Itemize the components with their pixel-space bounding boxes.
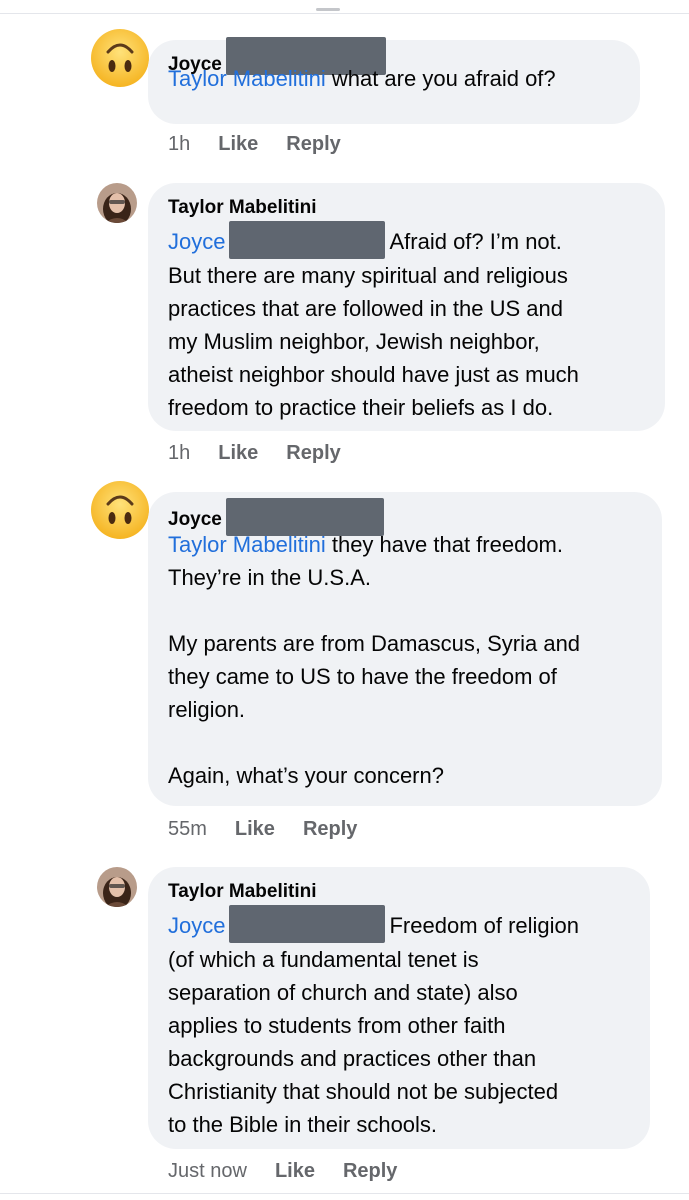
comment-author-row: Taylor Mabelitini <box>168 195 645 221</box>
comment-bubble: Joyce Taylor Mabelitini they have that f… <box>148 492 662 806</box>
comment-author[interactable]: Taylor Mabelitini <box>168 195 317 221</box>
comment-author[interactable]: Taylor Mabelitini <box>168 879 317 905</box>
comment-actions: 1h Like Reply <box>168 442 369 465</box>
timestamp[interactable]: Just now <box>168 1160 247 1183</box>
comment-line: they came to US to have the freedom of <box>168 664 557 689</box>
reply-button[interactable]: Reply <box>286 442 340 465</box>
comment-line: (of which a fundamental tenet is <box>168 947 479 972</box>
comment-text: Joyce Afraid of? I’m not. But there are m… <box>168 221 645 424</box>
comment-bubble: Taylor Mabelitini Joyce Afraid of? I’m no… <box>148 183 665 431</box>
comment-bubble: Joyce Taylor Mabelitini what are you afr… <box>148 37 640 124</box>
comment-line: separation of church and state) also <box>168 980 518 1005</box>
mention-link[interactable]: Joyce <box>168 229 225 254</box>
comment-line: Afraid of? I’m not. <box>389 229 562 254</box>
reply-button[interactable]: Reply <box>303 818 357 841</box>
timestamp[interactable]: 55m <box>168 818 207 841</box>
like-button[interactable]: Like <box>218 442 258 465</box>
comment-line: to the Bible in their schools. <box>168 1112 438 1137</box>
upside-down-face-emoji-icon <box>91 481 149 539</box>
reply-button[interactable]: Reply <box>286 133 340 156</box>
avatar[interactable] <box>97 183 137 223</box>
comment-line: my Muslim neighbor, Jewish neighbor, <box>168 329 540 354</box>
divider <box>0 1193 689 1194</box>
avatar[interactable] <box>90 28 150 88</box>
comment-line: atheist neighbor should have just as muc… <box>168 362 579 387</box>
comment-line: religion. <box>168 697 246 722</box>
comment-bubble: Taylor Mabelitini Joyce Freedom of religi… <box>148 867 650 1149</box>
comment-line: My parents are from Damascus, Syria and <box>168 631 581 656</box>
like-button[interactable]: Like <box>275 1160 315 1183</box>
comment-line: backgrounds and practices other than <box>168 1046 537 1071</box>
comment-line: they have that freedom. <box>325 532 563 557</box>
timestamp[interactable]: 1h <box>168 133 190 156</box>
reply-button[interactable]: Reply <box>343 1160 397 1183</box>
profile-photo-icon <box>97 867 137 907</box>
redaction <box>229 221 386 259</box>
comment-line: Freedom of religion <box>389 913 580 938</box>
comment-line: But there are many spiritual and religio… <box>168 263 568 288</box>
comment-line: Again, what’s your concern? <box>168 763 444 788</box>
mention-link[interactable]: Joyce <box>168 913 225 938</box>
comment-text: Joyce Freedom of religion (of which a fun… <box>168 905 630 1141</box>
comment-actions: 55m Like Reply <box>168 818 385 841</box>
timestamp[interactable]: 1h <box>168 442 190 465</box>
comment-line: freedom to practice their beliefs as I d… <box>168 395 554 420</box>
comment-author-row: Taylor Mabelitini <box>168 879 630 905</box>
comment-line: Christianity that should not be subjecte… <box>168 1079 559 1104</box>
comment-thread: Joyce Taylor Mabelitini what are you afr… <box>0 0 689 1200</box>
mention-link[interactable]: Taylor Mabelitini <box>168 532 326 557</box>
mention-link[interactable]: Taylor Mabelitini <box>168 66 326 91</box>
comment-line: They’re in the U.S.A. <box>168 565 371 590</box>
comment-actions: Just now Like Reply <box>168 1160 425 1183</box>
comment-actions: 1h Like Reply <box>168 133 369 156</box>
like-button[interactable]: Like <box>218 133 258 156</box>
avatar[interactable] <box>97 867 137 907</box>
comment-line: applies to students from other faith <box>168 1013 506 1038</box>
redaction <box>229 905 386 943</box>
profile-photo-icon <box>97 183 137 223</box>
drag-handle[interactable] <box>316 8 340 11</box>
comment-line: practices that are followed in the US an… <box>168 296 564 321</box>
avatar[interactable] <box>90 480 150 540</box>
divider <box>0 13 689 14</box>
upside-down-face-emoji-icon <box>91 29 149 87</box>
comment-text: Taylor Mabelitini what are you afraid of… <box>168 62 620 95</box>
comment-text-content: what are you afraid of? <box>325 66 556 91</box>
comment-text: Taylor Mabelitini they have that freedom… <box>168 528 642 792</box>
like-button[interactable]: Like <box>235 818 275 841</box>
